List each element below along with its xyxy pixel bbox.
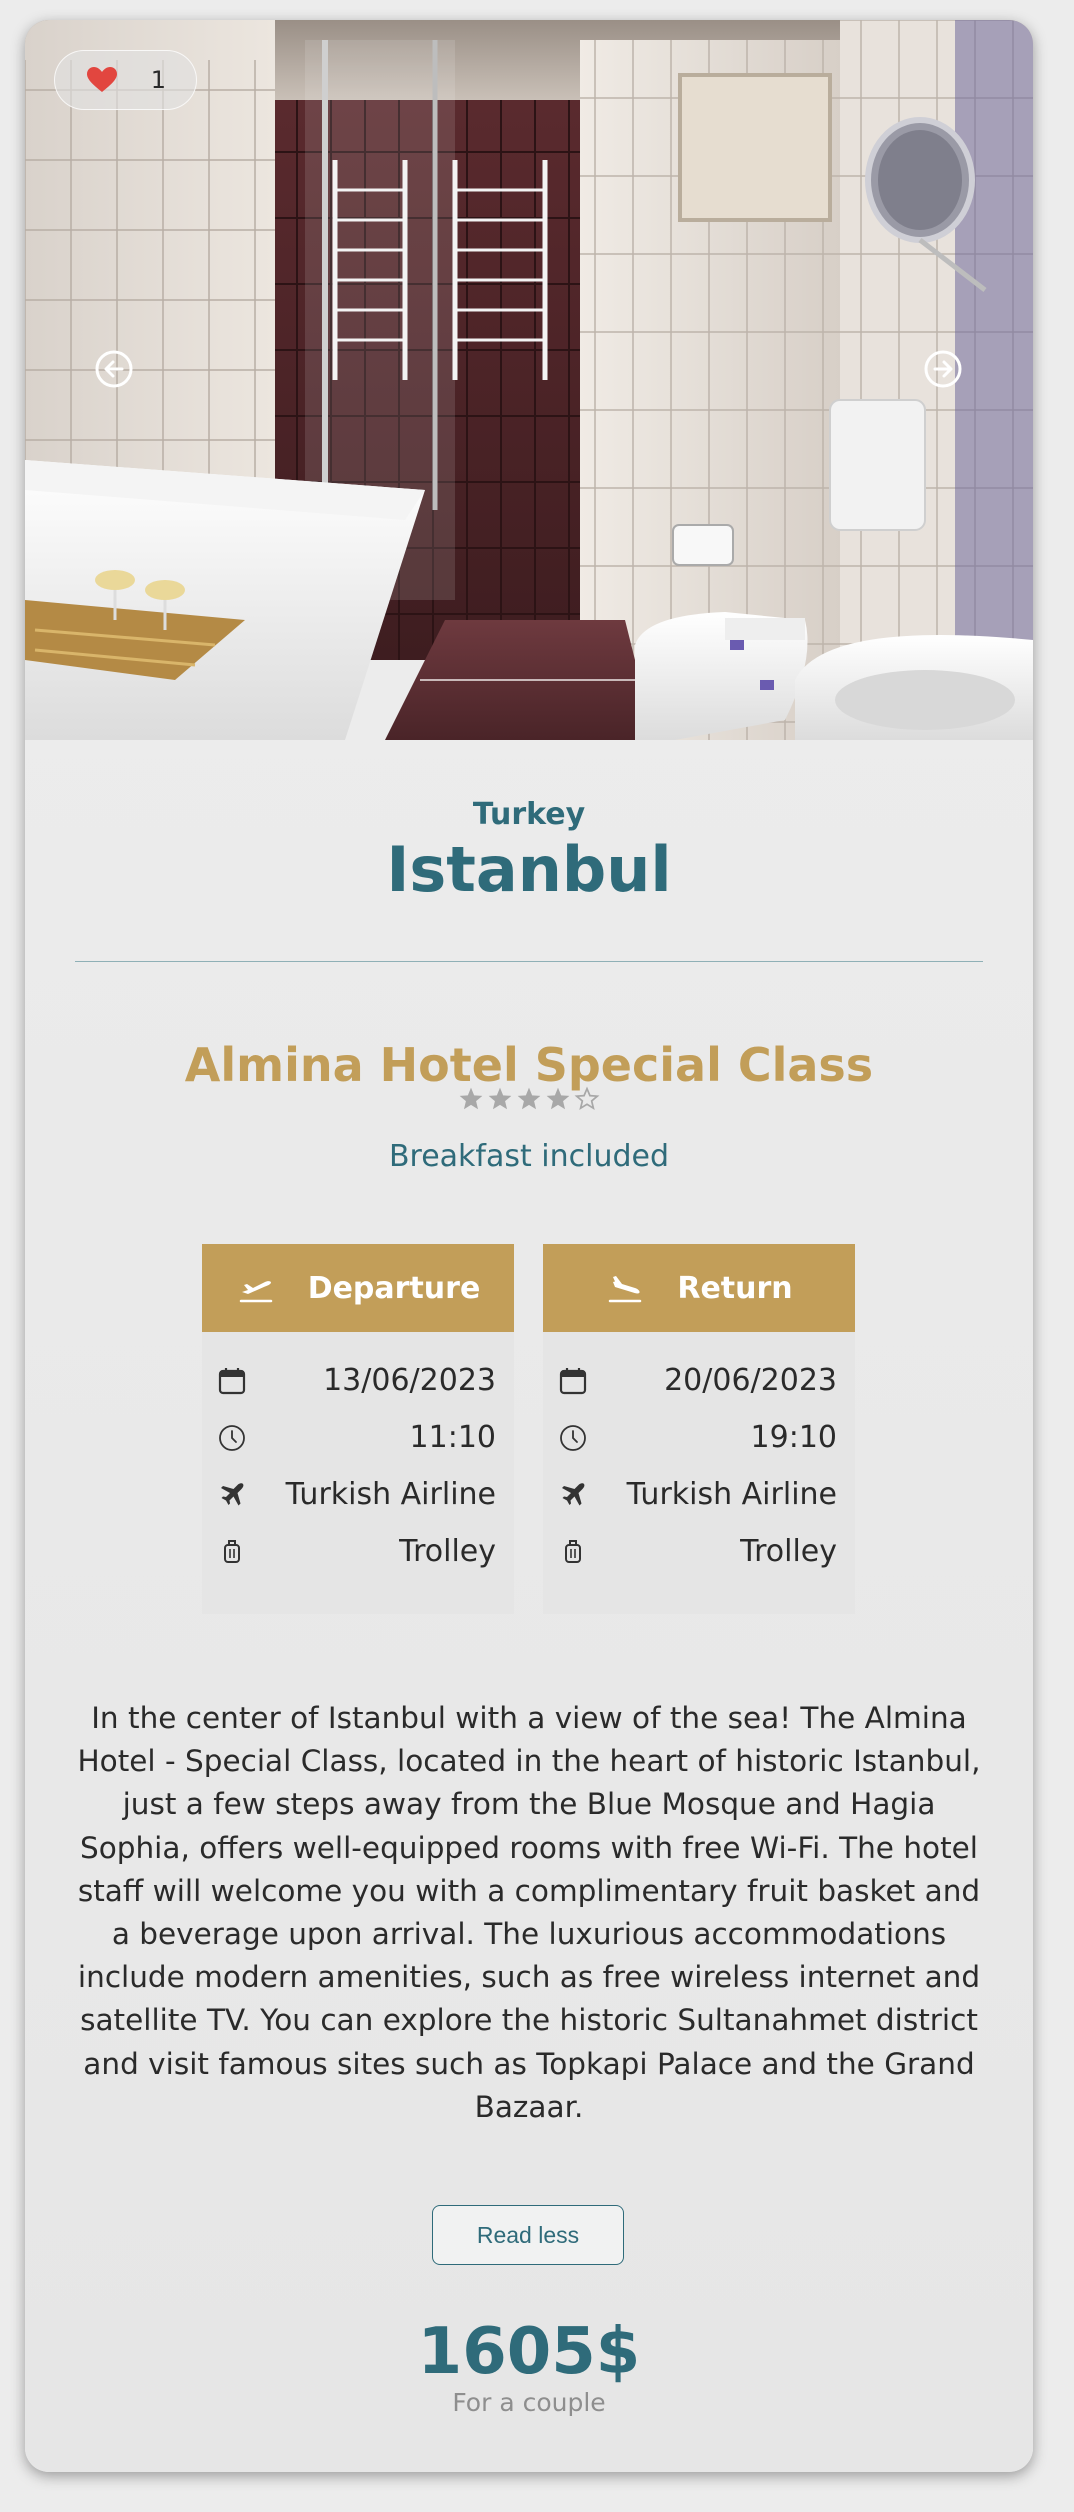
arrow-left-circle-icon — [95, 350, 133, 388]
star-rating — [25, 1086, 1033, 1112]
prev-photo-button[interactable] — [94, 349, 134, 389]
plane-landing-icon — [609, 1276, 642, 1303]
star-filled-icon — [517, 1087, 541, 1110]
return-baggage-row: Trolley — [543, 1523, 855, 1580]
departure-baggage: Trolley — [399, 1534, 496, 1569]
star-filled-icon — [546, 1087, 570, 1110]
next-photo-button[interactable] — [923, 349, 963, 389]
departure-header: Departure — [202, 1244, 514, 1332]
like-count: 1 — [150, 66, 166, 94]
departure-card: Departure 13/06/2023 11:10 Turkish Airli… — [202, 1244, 514, 1614]
divider — [75, 961, 983, 962]
like-button[interactable]: 1 — [54, 50, 197, 110]
arrow-right-circle-icon — [924, 350, 962, 388]
heart-icon — [87, 67, 117, 93]
plane-takeoff-icon — [239, 1281, 272, 1303]
suitcase-icon — [216, 1536, 248, 1568]
departure-time: 11:10 — [409, 1420, 496, 1455]
departure-airline-row: Turkish Airline — [202, 1466, 514, 1523]
departure-title: Departure — [307, 1270, 481, 1306]
bathroom-photo-illustration — [25, 20, 1033, 740]
read-less-button[interactable]: Read less — [432, 2205, 624, 2265]
clock-icon — [216, 1422, 248, 1454]
star-filled-icon — [488, 1087, 512, 1110]
clock-icon — [557, 1422, 589, 1454]
return-airline-row: Turkish Airline — [543, 1466, 855, 1523]
hotel-photo: 1 — [25, 20, 1033, 740]
suitcase-icon — [557, 1536, 589, 1568]
country-label: Turkey — [472, 797, 586, 832]
star-filled-icon — [459, 1087, 483, 1110]
star-empty-icon — [574, 1086, 600, 1111]
plane-icon — [557, 1479, 589, 1511]
departure-date: 13/06/2023 — [323, 1363, 496, 1398]
calendar-icon — [216, 1365, 248, 1397]
hotel-description: In the center of Istanbul with a view of… — [77, 1701, 981, 2124]
return-time: 19:10 — [750, 1420, 837, 1455]
return-time-row: 19:10 — [543, 1409, 855, 1466]
return-card: Return 20/06/2023 19:10 Turkish Airline — [543, 1244, 855, 1614]
price-amount: 1605$ — [417, 2315, 641, 2389]
offer-card: 1 Turkey Istanbul Almina Hotel Special C… — [25, 20, 1033, 2472]
board-type: Breakfast included — [388, 1139, 670, 1174]
return-header: Return — [543, 1244, 855, 1332]
price-note: For a couple — [452, 2388, 606, 2417]
return-baggage: Trolley — [740, 1534, 837, 1569]
departure-time-row: 11:10 — [202, 1409, 514, 1466]
return-airline: Turkish Airline — [626, 1477, 837, 1512]
calendar-icon — [557, 1365, 589, 1397]
return-title: Return — [677, 1270, 793, 1306]
departure-baggage-row: Trolley — [202, 1523, 514, 1580]
departure-date-row: 13/06/2023 — [202, 1352, 514, 1409]
city-title: Istanbul — [386, 833, 672, 906]
departure-airline: Turkish Airline — [285, 1477, 496, 1512]
plane-icon — [216, 1479, 248, 1511]
return-date: 20/06/2023 — [664, 1363, 837, 1398]
return-date-row: 20/06/2023 — [543, 1352, 855, 1409]
